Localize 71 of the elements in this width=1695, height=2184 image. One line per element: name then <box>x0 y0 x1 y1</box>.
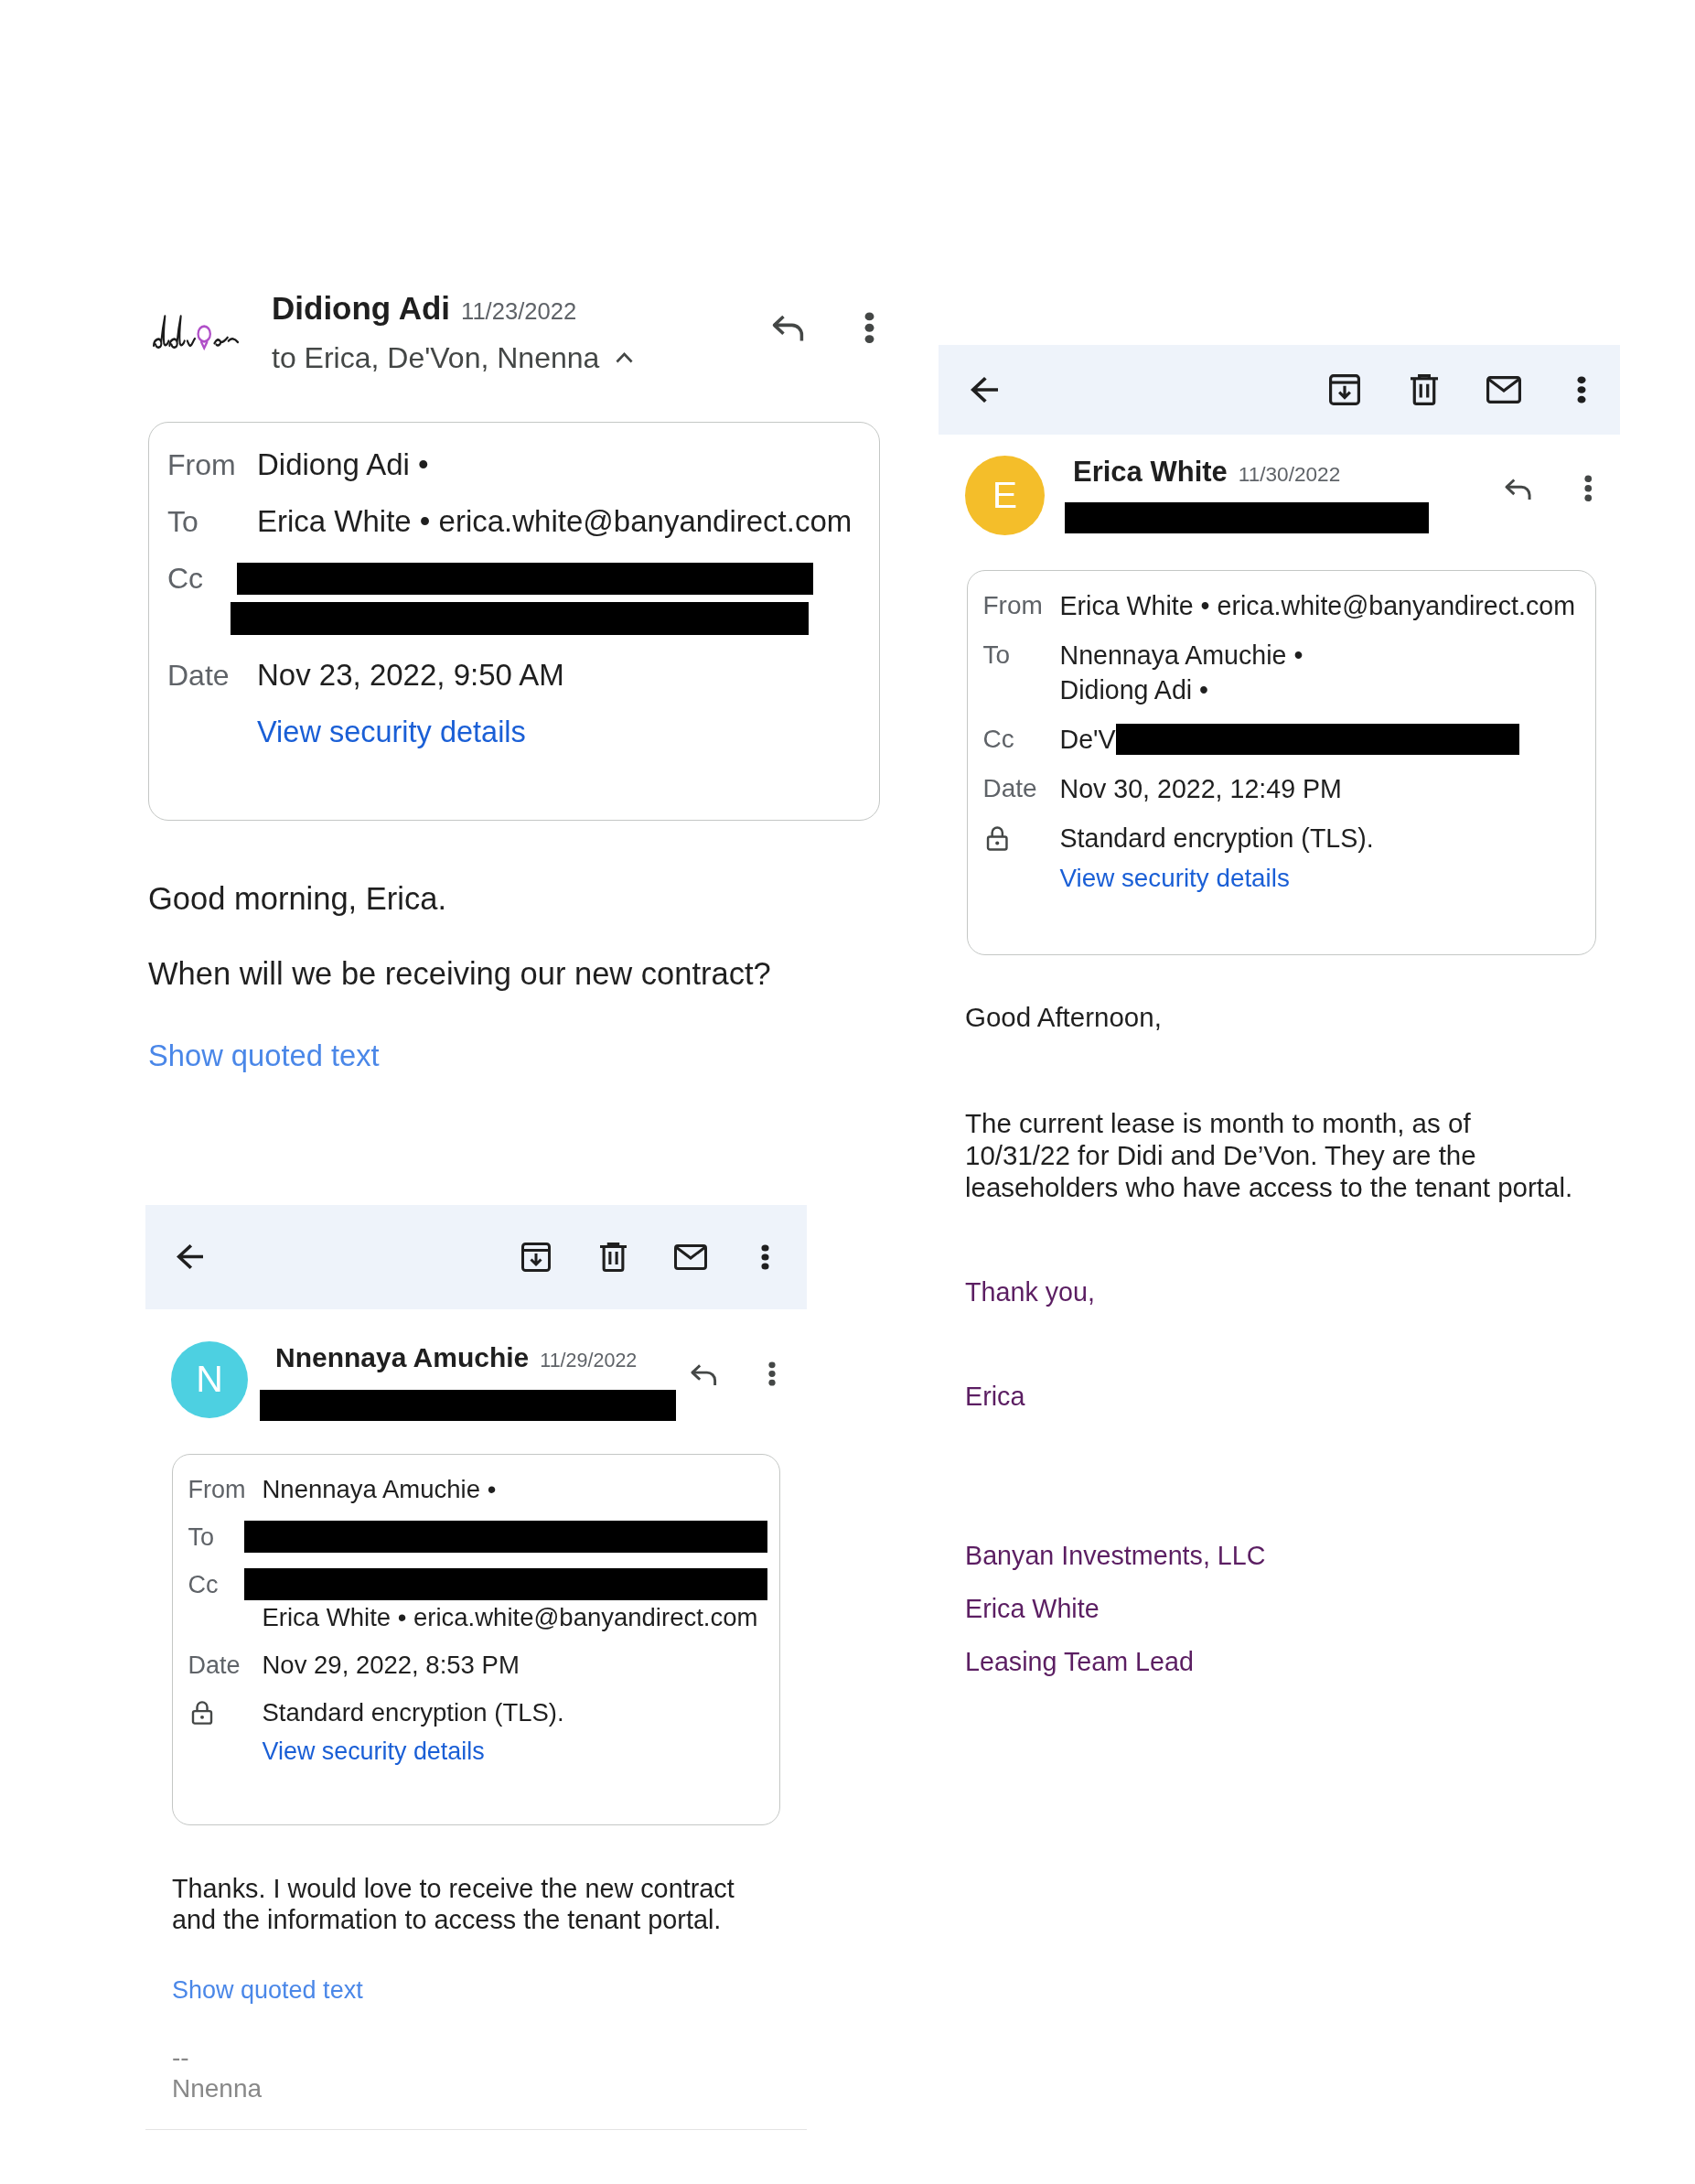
field-label: Date <box>982 772 1037 804</box>
more-icon[interactable] <box>768 1361 776 1387</box>
mail-icon[interactable] <box>1486 376 1521 403</box>
field-label: To <box>982 639 1011 671</box>
security-link[interactable]: View security details <box>257 712 526 753</box>
message-text: When will we be receiving our new contract? <box>148 955 771 993</box>
field-value: Nov 30, 2022, 12:49 PM <box>1059 772 1342 805</box>
message-date: 11/29/2022 <box>540 1349 638 1373</box>
encryption-note: Standard encryption (TLS). <box>1059 822 1374 855</box>
reply-icon[interactable] <box>690 1363 718 1385</box>
trash-icon[interactable] <box>1411 374 1438 405</box>
quoted-text-link[interactable]: Show quoted text <box>148 1036 380 1076</box>
more-icon[interactable] <box>761 1244 769 1270</box>
field-label: From <box>188 1474 246 1505</box>
security-link[interactable]: View security details <box>1059 860 1290 896</box>
message-date: 11/30/2022 <box>1238 462 1341 488</box>
field-label: Date <box>188 1650 241 1681</box>
encryption-note: Standard encryption (TLS). <box>262 1696 564 1728</box>
archive-icon[interactable] <box>521 1243 551 1272</box>
sender-avatar: N <box>171 1341 248 1418</box>
security-link[interactable]: View security details <box>262 1734 485 1768</box>
more-icon[interactable] <box>864 311 874 343</box>
message-text: Good Afternoon, <box>965 1001 1162 1033</box>
quoted-text-link[interactable]: Show quoted text <box>172 1974 363 2006</box>
recipients-toggle[interactable]: to Erica, De'Von, Nnenna <box>272 338 634 379</box>
closing-text: Erica White <box>965 1593 1100 1626</box>
field-label: Cc <box>982 723 1014 755</box>
field-label: To <box>188 1522 215 1553</box>
field-value: Nov 23, 2022, 9:50 AM <box>257 657 564 694</box>
closing-text: Erica <box>965 1381 1025 1414</box>
sender-name: Nnennaya Amuchie <box>275 1341 530 1374</box>
field-value: Erica White • erica.white@banyandirect.com <box>262 1601 758 1633</box>
message-text: Good morning, Erica. <box>148 880 446 919</box>
field-label: To <box>167 504 198 541</box>
field-label: From <box>167 447 236 484</box>
trash-icon[interactable] <box>600 1243 627 1272</box>
message-text: Thanks. I would love to receive the new contract and the information to access the tenant portal. <box>172 1872 735 1936</box>
back-icon[interactable] <box>971 377 998 403</box>
more-icon[interactable] <box>1577 376 1586 403</box>
sender-avatar: E <box>965 456 1045 535</box>
mail-icon[interactable] <box>674 1244 707 1270</box>
field-label: From <box>982 589 1043 621</box>
message-date: 11/23/2022 <box>461 297 577 326</box>
field-label: Cc <box>167 561 204 597</box>
reply-icon[interactable] <box>770 314 805 341</box>
caret-up-icon[interactable] <box>616 352 634 364</box>
sender-name: Didiong Adi <box>272 289 451 328</box>
archive-icon[interactable] <box>1329 374 1360 405</box>
lock-icon <box>986 824 1009 851</box>
sender-name: Erica White <box>1073 456 1228 489</box>
more-icon[interactable] <box>1583 475 1592 502</box>
field-value: Nov 29, 2022, 8:53 PM <box>262 1649 520 1681</box>
script-logo-icon <box>152 314 239 350</box>
field-label: Cc <box>188 1569 219 1600</box>
back-icon[interactable] <box>177 1244 203 1270</box>
signature-text: Nnenna <box>172 2072 263 2104</box>
field-value: Erica White • erica.white@banyandirect.com <box>1059 589 1575 622</box>
lock-icon <box>190 1700 213 1726</box>
field-label: Date <box>167 658 230 694</box>
reply-icon[interactable] <box>1503 477 1532 500</box>
message-text: The current lease is month to month, as of 10/31/22 for Didi and De’Von. They are the leaseholders who have access to the tenant portal. <box>965 1106 1573 1203</box>
field-value: Nnennaya Amuchie • <box>1059 639 1303 672</box>
closing-text: Leasing Team Lead <box>965 1646 1194 1679</box>
closing-text: Thank you, <box>965 1275 1095 1308</box>
field-value: Didiong Adi • <box>257 446 429 484</box>
closing-text: Banyan Investments, LLC <box>965 1539 1266 1572</box>
field-value: Erica White • erica.white@banyandirect.com <box>257 503 853 541</box>
field-value: Didiong Adi • <box>1059 673 1209 706</box>
field-value: Nnennaya Amuchie • <box>262 1473 497 1505</box>
signature-text: -- <box>172 2041 189 2073</box>
field-value: De'V <box>1059 723 1116 756</box>
